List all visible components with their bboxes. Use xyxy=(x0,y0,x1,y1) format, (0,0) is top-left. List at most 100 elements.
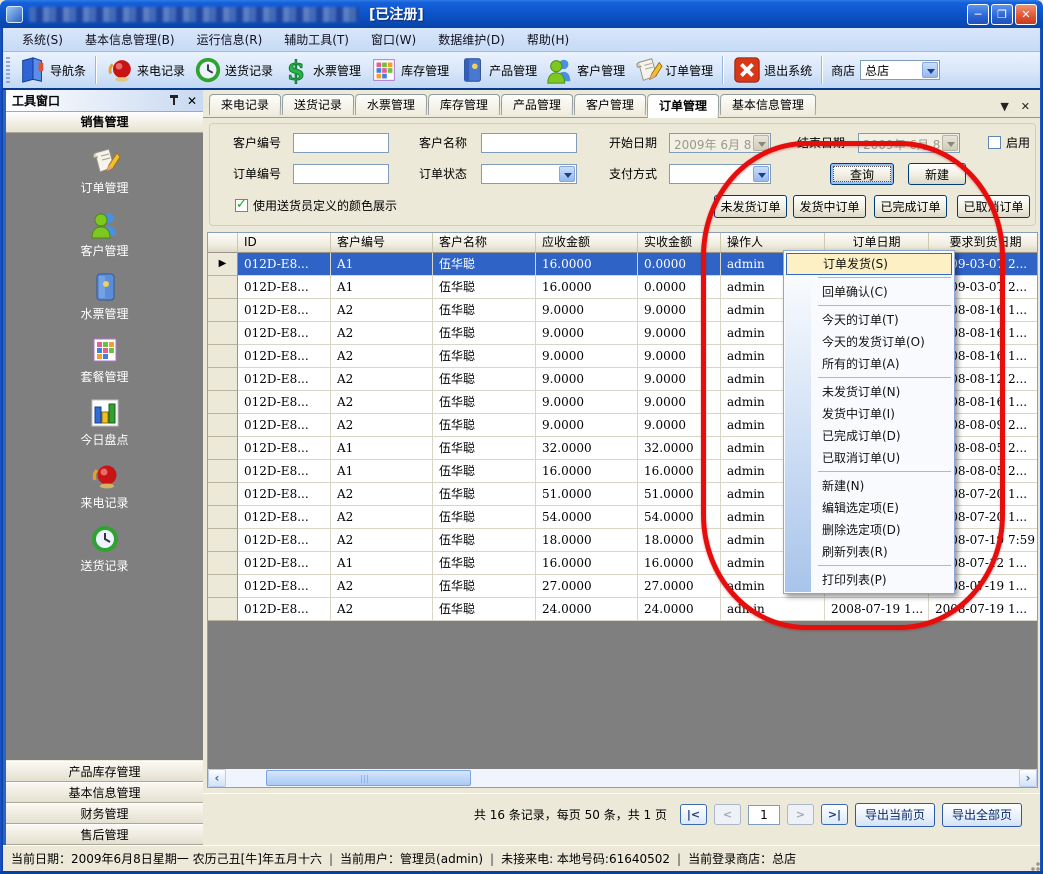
tab-close-icon[interactable]: ✕ xyxy=(1021,100,1030,113)
cell[interactable]: A2 xyxy=(331,575,433,598)
cell[interactable]: 伍华聪 xyxy=(433,253,536,276)
quick-filter-button-4[interactable]: 已取消订单 xyxy=(957,195,1030,218)
start-date-picker[interactable]: 2009年 6月 8日 xyxy=(669,133,771,153)
cell[interactable]: 012D-E8... xyxy=(238,575,331,598)
dropdown-arrow-icon[interactable] xyxy=(753,166,769,182)
customer-name-input[interactable] xyxy=(481,133,577,153)
row-selector-cell[interactable] xyxy=(208,506,238,529)
cell[interactable]: 9.0000 xyxy=(638,414,721,437)
cell[interactable]: 16.0000 xyxy=(638,460,721,483)
sidebar-group-button-1[interactable]: 产品库存管理 xyxy=(6,761,203,782)
toolbar-button-people[interactable]: 客户管理 xyxy=(541,53,629,87)
cell[interactable]: 012D-E8... xyxy=(238,460,331,483)
cell[interactable]: A2 xyxy=(331,345,433,368)
tab-8[interactable]: 基本信息管理 xyxy=(720,94,816,115)
toolbar-button-exit[interactable]: 退出系统 xyxy=(728,53,816,87)
quick-filter-button-1[interactable]: 未发货订单 xyxy=(714,195,787,218)
toolbar-button-clock[interactable]: 送货记录 xyxy=(189,53,277,87)
cell[interactable]: 51.0000 xyxy=(536,483,638,506)
column-header-selector[interactable] xyxy=(208,233,238,253)
menubar-item-3[interactable]: 运行信息(R) xyxy=(186,28,274,51)
cell[interactable]: A1 xyxy=(331,276,433,299)
row-selector-cell[interactable] xyxy=(208,345,238,368)
sidebar-item-card[interactable]: 水票管理 xyxy=(6,271,203,334)
cell[interactable]: A1 xyxy=(331,460,433,483)
cell[interactable]: 27.0000 xyxy=(536,575,638,598)
cell[interactable]: 伍华聪 xyxy=(433,598,536,621)
cell[interactable]: 9.0000 xyxy=(536,322,638,345)
cell[interactable]: A2 xyxy=(331,506,433,529)
cell[interactable]: 9.0000 xyxy=(536,391,638,414)
scrollbar-thumb[interactable] xyxy=(266,770,471,786)
cell[interactable]: 54.0000 xyxy=(536,506,638,529)
cell[interactable]: 0.0000 xyxy=(638,253,721,276)
horizontal-scrollbar[interactable]: ‹ › xyxy=(208,769,1037,787)
tab-6[interactable]: 客户管理 xyxy=(574,94,646,115)
row-selector-cell[interactable] xyxy=(208,322,238,345)
cell[interactable]: 012D-E8... xyxy=(238,483,331,506)
cell[interactable]: admin xyxy=(721,598,825,621)
sidebar-close-icon[interactable]: ✕ xyxy=(187,94,197,108)
cell[interactable]: 012D-E8... xyxy=(238,299,331,322)
sidebar-item-grid[interactable]: 套餐管理 xyxy=(6,334,203,397)
quick-filter-button-2[interactable]: 发货中订单 xyxy=(793,195,866,218)
cell[interactable]: 9.0000 xyxy=(638,299,721,322)
toolbar-button-book[interactable]: 产品管理 xyxy=(453,53,541,87)
new-button[interactable]: 新建 xyxy=(908,163,966,185)
cell[interactable]: 9.0000 xyxy=(536,299,638,322)
minimize-button[interactable]: ─ xyxy=(967,4,989,25)
cell[interactable]: 伍华聪 xyxy=(433,460,536,483)
cell[interactable]: A2 xyxy=(331,368,433,391)
maximize-button[interactable]: ❐ xyxy=(991,4,1013,25)
column-header-1[interactable]: ID xyxy=(238,233,331,253)
cell[interactable]: 伍华聪 xyxy=(433,483,536,506)
cell[interactable]: 9.0000 xyxy=(638,322,721,345)
next-page-button[interactable]: > xyxy=(787,804,814,825)
row-selector-cell[interactable] xyxy=(208,276,238,299)
row-selector-cell[interactable] xyxy=(208,391,238,414)
context-menu-item-10[interactable]: 发货中订单(I) xyxy=(784,403,954,425)
cell[interactable]: 012D-E8... xyxy=(238,506,331,529)
cell[interactable]: A2 xyxy=(331,391,433,414)
tab-2[interactable]: 送货记录 xyxy=(282,94,354,115)
pay-method-combo[interactable] xyxy=(669,164,771,184)
menubar-item-6[interactable]: 数据维护(D) xyxy=(427,28,516,51)
row-selector-cell[interactable] xyxy=(208,598,238,621)
row-selector-cell[interactable]: ▶ xyxy=(208,253,238,276)
cell[interactable]: 54.0000 xyxy=(638,506,721,529)
quick-filter-button-3[interactable]: 已完成订单 xyxy=(874,195,947,218)
cell[interactable]: 9.0000 xyxy=(536,368,638,391)
menubar-item-1[interactable]: 系统(S) xyxy=(11,28,74,51)
cell[interactable]: 伍华聪 xyxy=(433,391,536,414)
delivery-color-checkbox[interactable]: ✓ xyxy=(235,199,248,212)
menubar-item-2[interactable]: 基本信息管理(B) xyxy=(74,28,186,51)
scroll-right-arrow-icon[interactable]: › xyxy=(1019,769,1037,787)
row-selector-cell[interactable] xyxy=(208,299,238,322)
resize-grip[interactable] xyxy=(1027,858,1041,872)
cell[interactable]: 16.0000 xyxy=(536,552,638,575)
cell[interactable]: 9.0000 xyxy=(536,414,638,437)
cell[interactable]: 012D-E8... xyxy=(238,529,331,552)
cell[interactable]: A1 xyxy=(331,552,433,575)
context-menu-item-1[interactable]: 订单发货(S) xyxy=(786,253,952,275)
cell[interactable]: 伍华聪 xyxy=(433,552,536,575)
cell[interactable]: A1 xyxy=(331,253,433,276)
customer-no-input[interactable] xyxy=(293,133,389,153)
sidebar-group-button-2[interactable]: 基本信息管理 xyxy=(6,782,203,803)
cell[interactable]: 012D-E8... xyxy=(238,598,331,621)
export-all-pages-button[interactable]: 导出全部页 xyxy=(942,803,1022,827)
cell[interactable]: 24.0000 xyxy=(638,598,721,621)
query-button[interactable]: 查询 xyxy=(830,163,894,185)
toolbar-button-grid[interactable]: 库存管理 xyxy=(365,53,453,87)
cell[interactable]: 012D-E8... xyxy=(238,345,331,368)
tab-3[interactable]: 水票管理 xyxy=(355,94,427,115)
tab-dropdown-icon[interactable]: ▼ xyxy=(1000,100,1008,113)
cell[interactable]: 伍华聪 xyxy=(433,529,536,552)
sidebar-item-people[interactable]: 客户管理 xyxy=(6,208,203,271)
cell[interactable]: A1 xyxy=(331,437,433,460)
toolbar-button-nav-book[interactable]: 导航条 xyxy=(14,53,90,87)
tab-4[interactable]: 库存管理 xyxy=(428,94,500,115)
sidebar-group-button-4[interactable]: 售后管理 xyxy=(6,824,203,845)
tab-5[interactable]: 产品管理 xyxy=(501,94,573,115)
cell[interactable]: 012D-E8... xyxy=(238,276,331,299)
